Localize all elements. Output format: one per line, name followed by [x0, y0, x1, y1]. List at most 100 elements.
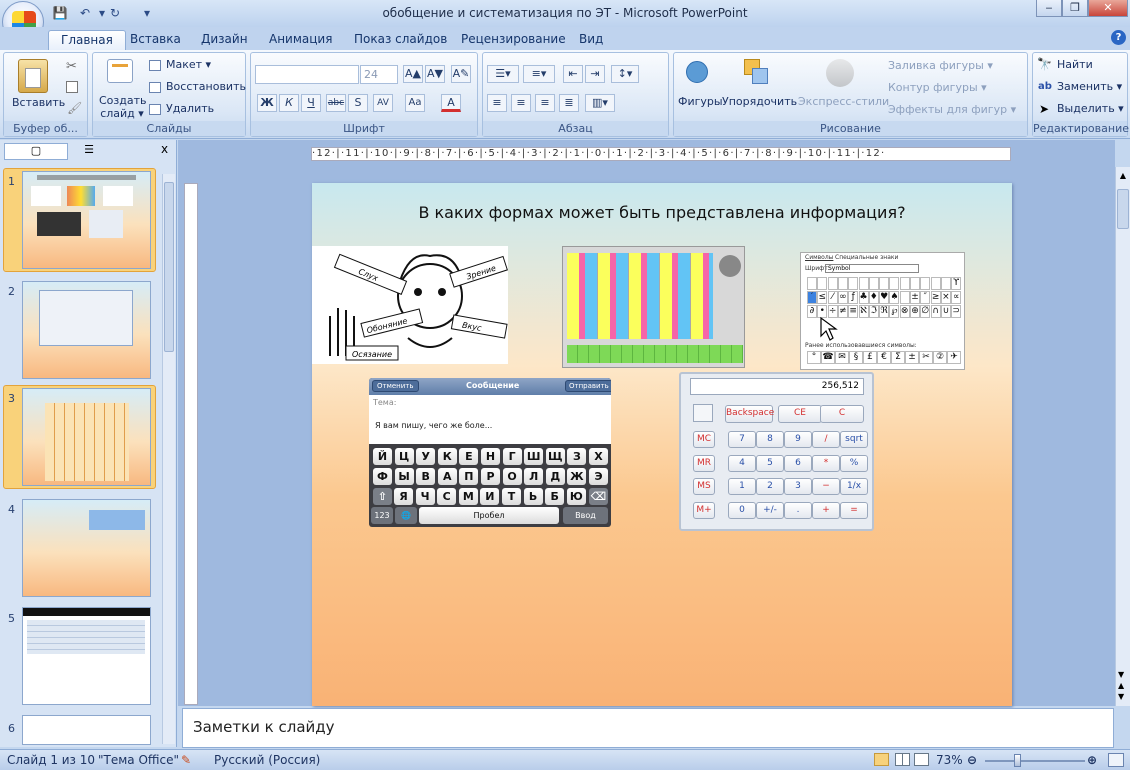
key-0-7: Ш: [524, 448, 544, 465]
arrange-button[interactable]: Упорядочить: [722, 95, 797, 108]
slide-title[interactable]: В каких формах может быть представлена и…: [312, 203, 1012, 222]
sorter-view-icon[interactable]: [895, 753, 910, 766]
tab-insert[interactable]: Вставка: [118, 30, 193, 50]
tab-outline[interactable]: ☰: [72, 143, 106, 160]
scroll-thumb[interactable]: [1117, 189, 1129, 229]
shift-key-icon: ⇧: [373, 488, 392, 505]
numbering-icon[interactable]: ≡▾: [523, 65, 555, 83]
group-label-editing: Редактирование: [1033, 121, 1129, 136]
calculator-picture[interactable]: 256,512 Backspace CE C MC 7 8 9/sqrt MR 4 5 6 *%…: [679, 372, 874, 531]
slide-thumb-3[interactable]: [22, 388, 151, 486]
save-icon[interactable]: 💾: [51, 4, 69, 22]
sms-body: [369, 395, 611, 444]
notes-pane[interactable]: Заметки к слайду: [182, 708, 1114, 748]
close-button[interactable]: ✕: [1088, 0, 1128, 17]
zoom-level[interactable]: 73%: [936, 753, 963, 767]
shapes-button[interactable]: Фигуры: [678, 95, 723, 108]
symbol-tab-special: Специальные знаки: [835, 254, 899, 261]
decrease-indent-icon[interactable]: ⇤: [563, 65, 583, 83]
tab-view[interactable]: Вид: [567, 30, 615, 50]
vertical-scrollbar[interactable]: ▲ ▼ ▲ ▼: [1115, 167, 1130, 706]
font-color-button[interactable]: A: [441, 94, 461, 112]
grow-font-button[interactable]: A▲: [403, 65, 423, 83]
normal-view-icon[interactable]: [874, 753, 889, 766]
zoom-slider-thumb[interactable]: [1014, 754, 1021, 767]
format-painter-icon[interactable]: 🖌: [67, 101, 82, 115]
zoom-out-icon[interactable]: ⊖: [967, 753, 977, 767]
status-language[interactable]: Русский (Россия): [214, 753, 320, 767]
senses-picture[interactable]: Слух Зрение Обоняние Вкус Осязание: [312, 246, 508, 364]
underline-button[interactable]: Ч: [301, 94, 321, 112]
slide-thumb-2[interactable]: [22, 281, 151, 379]
slide-thumb-4[interactable]: [22, 499, 151, 597]
zoom-slider-track[interactable]: [985, 760, 1085, 762]
justify-icon[interactable]: ≣: [559, 94, 579, 112]
key-2-5: Т: [502, 488, 521, 505]
symbol-cell: ƒ: [848, 291, 859, 304]
font-size-combo[interactable]: 24: [360, 65, 398, 84]
qat-customize-icon[interactable]: ▾: [138, 4, 156, 22]
shape-effects-button[interactable]: Эффекты для фигур ▾: [888, 101, 1016, 119]
bold-button[interactable]: Ж: [257, 94, 277, 112]
status-theme[interactable]: "Тема Office": [98, 753, 179, 767]
tab-home[interactable]: Главная: [48, 30, 126, 50]
new-slide-button[interactable]: Создать слайд ▾: [99, 94, 147, 120]
line-spacing-icon[interactable]: ↕▾: [611, 65, 639, 83]
align-center-icon[interactable]: ≡: [511, 94, 531, 112]
slide-thumb-1[interactable]: [22, 171, 151, 269]
restore-button[interactable]: ❐: [1062, 0, 1088, 17]
group-label-slides: Слайды: [93, 121, 245, 136]
delete-slide-button[interactable]: Удалить: [166, 100, 214, 118]
tab-slideshow[interactable]: Показ слайдов: [342, 30, 459, 50]
paste-button[interactable]: Вставить: [12, 96, 65, 109]
ribbon: Вставить ✂ 🖌 Буфер об... Создать слайд ▾…: [0, 50, 1130, 139]
char-spacing-button[interactable]: AV: [373, 94, 393, 112]
replace-button[interactable]: Заменить ▾: [1057, 78, 1122, 96]
calc-key-0-2: 8: [756, 431, 784, 448]
shape-fill-button[interactable]: Заливка фигуры ▾: [888, 57, 993, 75]
bullets-icon[interactable]: ☰▾: [487, 65, 519, 83]
select-button[interactable]: Выделить ▾: [1057, 100, 1124, 118]
fit-to-window-icon[interactable]: [1108, 753, 1124, 767]
layout-button[interactable]: Макет ▾: [166, 56, 211, 74]
cut-icon[interactable]: ✂: [66, 59, 77, 74]
shrink-font-button[interactable]: A▼: [425, 65, 445, 83]
italic-button[interactable]: К: [279, 94, 299, 112]
help-icon[interactable]: ?: [1111, 30, 1126, 45]
thumbs-scrollbar[interactable]: [162, 174, 175, 744]
calc-key-3-3: .: [784, 501, 812, 519]
slide-thumb-5[interactable]: [22, 607, 151, 705]
spellcheck-icon[interactable]: ✎: [181, 753, 191, 767]
tab-animation[interactable]: Анимация: [257, 30, 344, 50]
clear-format-button[interactable]: A✎: [451, 65, 471, 83]
reset-button[interactable]: Восстановить: [166, 78, 246, 96]
zoom-in-icon[interactable]: ⊕: [1087, 753, 1097, 767]
close-pane-button[interactable]: x: [161, 142, 168, 156]
tab-slides-thumbs[interactable]: ▢: [4, 143, 68, 160]
slide-canvas[interactable]: В каких формах может быть представлена и…: [312, 183, 1012, 706]
find-button[interactable]: Найти: [1057, 56, 1093, 74]
columns-icon[interactable]: ▥▾: [585, 94, 615, 112]
symbol-dialog-picture[interactable]: Символы Специальные знаки Шрифт: Symbol …: [800, 252, 965, 370]
shape-outline-button[interactable]: Контур фигуры ▾: [888, 79, 987, 97]
key-1-9: Ж: [567, 468, 587, 485]
shadow-button[interactable]: S: [348, 94, 368, 112]
slideshow-view-icon[interactable]: [914, 753, 929, 766]
undo-icon[interactable]: ↶: [76, 4, 94, 22]
tab-review[interactable]: Рецензирование: [449, 30, 578, 50]
copy-icon[interactable]: [66, 81, 78, 93]
align-right-icon[interactable]: ≡: [535, 94, 555, 112]
change-case-button[interactable]: Aa: [405, 94, 425, 112]
redo-icon[interactable]: ↻: [106, 4, 124, 22]
align-left-icon[interactable]: ≡: [487, 94, 507, 112]
tab-design[interactable]: Дизайн: [189, 30, 260, 50]
strike-button[interactable]: abc: [326, 94, 346, 112]
phone-keyboard-picture[interactable]: Отменить Сообщение Отправить Тема: Я вам…: [369, 378, 611, 527]
quick-styles-button[interactable]: Экспресс-стили: [798, 95, 889, 108]
periodic-table-picture[interactable]: [562, 246, 745, 368]
group-drawing: Фигуры Упорядочить Экспресс-стили Заливк…: [673, 52, 1028, 137]
increase-indent-icon[interactable]: ⇥: [585, 65, 605, 83]
slide-thumb-6[interactable]: [22, 715, 151, 745]
font-name-combo[interactable]: [255, 65, 359, 84]
minimize-button[interactable]: ‒: [1036, 0, 1062, 17]
